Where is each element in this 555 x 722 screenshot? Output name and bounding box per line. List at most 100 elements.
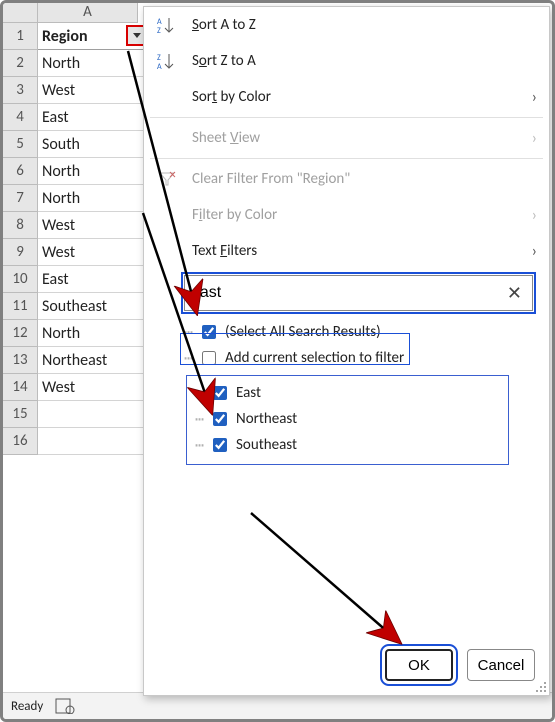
table-row: 15 bbox=[3, 401, 146, 428]
menu-sort-az[interactable]: AZ Sort A to Z bbox=[144, 7, 549, 43]
row-number[interactable]: 6 bbox=[3, 158, 38, 185]
menu-sort-by-color[interactable]: Sort by Color › bbox=[144, 79, 549, 115]
tree-marker: ⋯ bbox=[195, 410, 203, 428]
menu-label: Sort Z to A bbox=[192, 52, 537, 70]
cell[interactable]: West bbox=[38, 239, 146, 266]
table-row: 12North bbox=[3, 320, 146, 347]
table-row: 1 Region bbox=[3, 23, 146, 50]
cell[interactable]: North bbox=[38, 50, 146, 77]
check-item[interactable]: ⋯ East bbox=[195, 380, 500, 406]
cell[interactable] bbox=[38, 428, 146, 455]
column-header-a[interactable]: A bbox=[38, 3, 138, 23]
cell[interactable] bbox=[38, 401, 146, 428]
row-number[interactable]: 11 bbox=[3, 293, 38, 320]
chevron-right-icon: › bbox=[532, 242, 537, 261]
search-input[interactable] bbox=[191, 276, 503, 310]
row-number[interactable]: 10 bbox=[3, 266, 38, 293]
cell[interactable]: Southeast bbox=[38, 293, 146, 320]
menu-label: Text Filters bbox=[192, 242, 518, 260]
menu-text-filters[interactable]: Text Filters › bbox=[144, 233, 549, 269]
table-row: 13Northeast bbox=[3, 347, 146, 374]
row-number[interactable]: 7 bbox=[3, 185, 38, 212]
row-number[interactable]: 2 bbox=[3, 50, 38, 77]
cancel-button[interactable]: Cancel bbox=[467, 649, 535, 681]
spacer-icon bbox=[156, 240, 178, 262]
status-text: Ready bbox=[11, 699, 43, 714]
header-text: Region bbox=[42, 27, 88, 46]
cell[interactable]: East bbox=[38, 104, 146, 131]
check-item[interactable]: ⋯ Northeast bbox=[195, 406, 500, 432]
svg-text:Z: Z bbox=[157, 26, 161, 34]
menu-label: Filter by Color bbox=[192, 206, 518, 224]
chevron-right-icon: › bbox=[532, 129, 537, 148]
cell[interactable]: West bbox=[38, 374, 146, 401]
cell[interactable]: North bbox=[38, 185, 146, 212]
checkbox[interactable] bbox=[213, 386, 227, 400]
row-number[interactable]: 12 bbox=[3, 320, 38, 347]
cell[interactable]: North bbox=[38, 158, 146, 185]
menu-filter-by-color: Filter by Color › bbox=[144, 197, 549, 233]
chevron-right-icon: › bbox=[532, 88, 537, 107]
menu-separator bbox=[150, 117, 543, 118]
row-number[interactable]: 15 bbox=[3, 401, 38, 428]
row-number[interactable]: 5 bbox=[3, 131, 38, 158]
filter-results-list: ⋯ (Select All Search Results) ⋯ Add curr… bbox=[184, 319, 509, 465]
spacer-icon bbox=[156, 204, 178, 226]
autofilter-dropdown: AZ Sort A to Z ZA Sort Z to A Sort by Co… bbox=[143, 6, 550, 696]
menu-clear-filter: Clear Filter From "Region" bbox=[144, 161, 549, 197]
menu-separator bbox=[150, 158, 543, 159]
table-row: 4East bbox=[3, 104, 146, 131]
cell[interactable]: South bbox=[38, 131, 146, 158]
row-number[interactable]: 13 bbox=[3, 347, 38, 374]
dialog-buttons: OK Cancel bbox=[385, 649, 535, 681]
clear-filter-icon bbox=[156, 168, 178, 190]
ok-button[interactable]: OK bbox=[385, 649, 453, 681]
table-row: 11Southeast bbox=[3, 293, 146, 320]
tree-marker: ⋯ bbox=[184, 349, 192, 367]
menu-label: Clear Filter From "Region" bbox=[192, 170, 537, 188]
row-number[interactable]: 4 bbox=[3, 104, 38, 131]
svg-text:A: A bbox=[157, 62, 162, 70]
cell[interactable]: West bbox=[38, 212, 146, 239]
cell[interactable]: North bbox=[38, 320, 146, 347]
clear-search-icon[interactable]: ✕ bbox=[503, 282, 526, 304]
table-row: 3West bbox=[3, 77, 146, 104]
table-row: 10East bbox=[3, 266, 146, 293]
cell[interactable]: East bbox=[38, 266, 146, 293]
row-number[interactable]: 1 bbox=[3, 23, 38, 50]
tree-marker: ⋯ bbox=[195, 384, 203, 402]
menu-sort-za[interactable]: ZA Sort Z to A bbox=[144, 43, 549, 79]
row-number[interactable]: 16 bbox=[3, 428, 38, 455]
macro-recorder-icon[interactable] bbox=[55, 698, 75, 714]
table-row: 2North bbox=[3, 50, 146, 77]
checkbox[interactable] bbox=[202, 351, 216, 365]
spacer-icon bbox=[156, 86, 178, 108]
check-label: Add current selection to filter bbox=[225, 349, 404, 367]
status-bar: Ready bbox=[3, 692, 552, 719]
menu-label: Sheet View bbox=[192, 129, 518, 147]
table-row: 7North bbox=[3, 185, 146, 212]
matched-items-box: ⋯ East ⋯ Northeast ⋯ Southeast bbox=[186, 375, 509, 465]
worksheet-grid: 1 Region 2North 3West 4East 5South 6Nort… bbox=[3, 23, 146, 455]
checkbox[interactable] bbox=[213, 412, 227, 426]
check-item[interactable]: ⋯ Southeast bbox=[195, 432, 500, 458]
cell[interactable]: Northeast bbox=[38, 347, 146, 374]
row-number[interactable]: 3 bbox=[3, 77, 38, 104]
tree-marker: ⋯ bbox=[184, 323, 192, 341]
row-number[interactable]: 9 bbox=[3, 239, 38, 266]
menu-label: Sort by Color bbox=[192, 88, 518, 106]
checkbox[interactable] bbox=[213, 438, 227, 452]
select-all-corner[interactable] bbox=[3, 3, 38, 23]
row-number[interactable]: 14 bbox=[3, 374, 38, 401]
cell[interactable]: West bbox=[38, 77, 146, 104]
tree-marker: ⋯ bbox=[195, 436, 203, 454]
row-number[interactable]: 8 bbox=[3, 212, 38, 239]
search-box[interactable]: ✕ bbox=[184, 275, 533, 311]
check-add-current-selection[interactable]: ⋯ Add current selection to filter bbox=[184, 345, 509, 371]
check-select-all-results[interactable]: ⋯ (Select All Search Results) bbox=[184, 319, 509, 345]
cell-a1[interactable]: Region bbox=[38, 23, 146, 50]
table-row: 9West bbox=[3, 239, 146, 266]
resize-grip-icon[interactable] bbox=[535, 681, 547, 693]
checkbox[interactable] bbox=[202, 325, 216, 339]
table-row: 6North bbox=[3, 158, 146, 185]
